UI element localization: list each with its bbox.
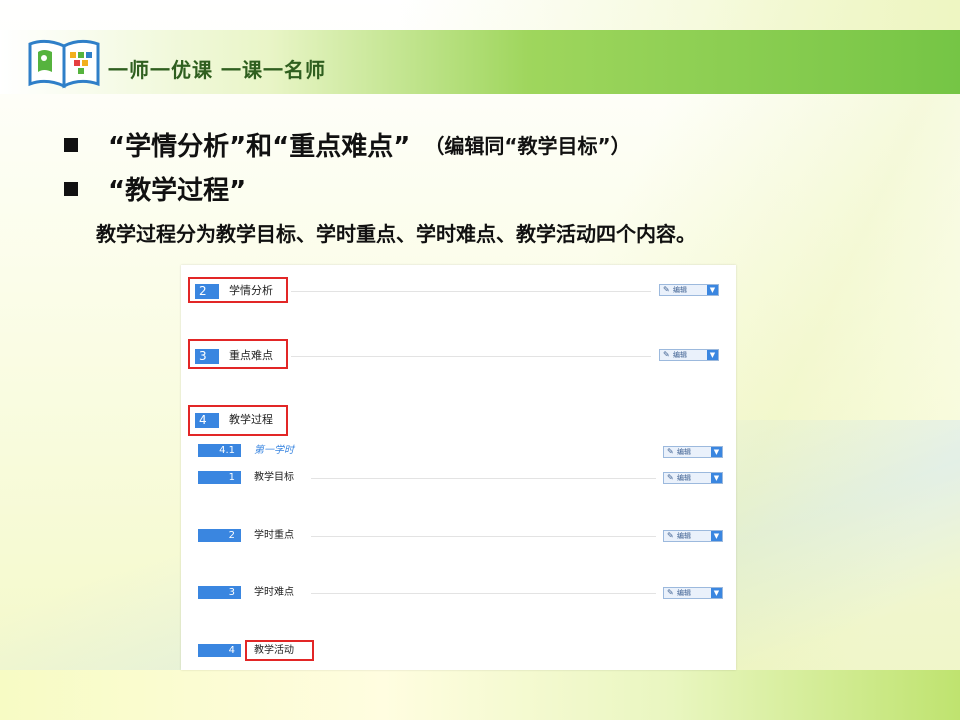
- edit-label: 编辑: [677, 448, 691, 456]
- highlight-box: [245, 640, 314, 661]
- edit-button[interactable]: ✎ 编辑 ▼: [663, 446, 723, 458]
- item-label: 教学目标: [254, 472, 294, 483]
- top-corner-shade: [400, 0, 960, 30]
- chevron-down-icon[interactable]: ▼: [707, 350, 718, 360]
- edit-button[interactable]: ✎ 编辑 ▼: [663, 472, 723, 484]
- divider: [311, 536, 656, 537]
- bullet-item-2: “教学过程”: [64, 170, 246, 207]
- subsection-number: 4.1: [198, 444, 241, 457]
- edit-button[interactable]: ✎ 编辑 ▼: [663, 530, 723, 542]
- bottom-band: [0, 670, 960, 720]
- item-number: 3: [198, 586, 241, 599]
- bullet-main-text: “学情分析”和“重点难点”: [108, 132, 411, 162]
- pencil-icon: ✎: [667, 588, 674, 597]
- edit-label: 编辑: [677, 474, 691, 482]
- divider: [311, 478, 656, 479]
- item-number: 4: [198, 644, 241, 657]
- pencil-icon: ✎: [663, 285, 670, 294]
- item-label: 学时难点: [254, 587, 294, 598]
- pencil-icon: ✎: [667, 473, 674, 482]
- divider: [311, 593, 656, 594]
- bullet-square-icon: [64, 137, 78, 152]
- edit-label: 编辑: [673, 286, 687, 294]
- chevron-down-icon[interactable]: ▼: [711, 447, 722, 457]
- item-number: 1: [198, 471, 241, 484]
- description-text: 教学过程分为教学目标、学时重点、学时难点、教学活动四个内容。: [96, 222, 696, 246]
- edit-button[interactable]: ✎ 编辑 ▼: [659, 349, 719, 361]
- highlight-box: [188, 405, 288, 436]
- bullet-sub-text: （编辑同“教学目标”）: [424, 134, 631, 158]
- highlight-box: [188, 339, 288, 369]
- pencil-icon: ✎: [667, 447, 674, 456]
- embedded-screenshot: 2 学情分析 ✎ 编辑 ▼ 3 重点难点 ✎ 编辑 ▼ 4 教学过程 4.1 第…: [181, 265, 736, 670]
- edit-label: 编辑: [677, 532, 691, 540]
- divider: [291, 356, 651, 357]
- chevron-down-icon[interactable]: ▼: [707, 285, 718, 295]
- edit-label: 编辑: [677, 589, 691, 597]
- highlight-box: [188, 277, 288, 303]
- subsection-label[interactable]: 第一学时: [254, 444, 294, 457]
- chevron-down-icon[interactable]: ▼: [711, 531, 722, 541]
- bullet-item-1: “学情分析”和“重点难点” （编辑同“教学目标”）: [64, 126, 631, 163]
- chevron-down-icon[interactable]: ▼: [711, 588, 722, 598]
- pencil-icon: ✎: [663, 350, 670, 359]
- bullet-main-text: “教学过程”: [108, 176, 247, 206]
- edit-button[interactable]: ✎ 编辑 ▼: [663, 587, 723, 599]
- item-label: 学时重点: [254, 530, 294, 541]
- pencil-icon: ✎: [667, 531, 674, 540]
- edit-button[interactable]: ✎ 编辑 ▼: [659, 284, 719, 296]
- slogan-text: 一师一优课 一课一名师: [108, 58, 326, 82]
- divider: [291, 291, 651, 292]
- bullet-square-icon: [64, 181, 78, 196]
- chevron-down-icon[interactable]: ▼: [711, 473, 722, 483]
- book-logo-icon: [28, 39, 100, 89]
- edit-label: 编辑: [673, 351, 687, 359]
- item-number: 2: [198, 529, 241, 542]
